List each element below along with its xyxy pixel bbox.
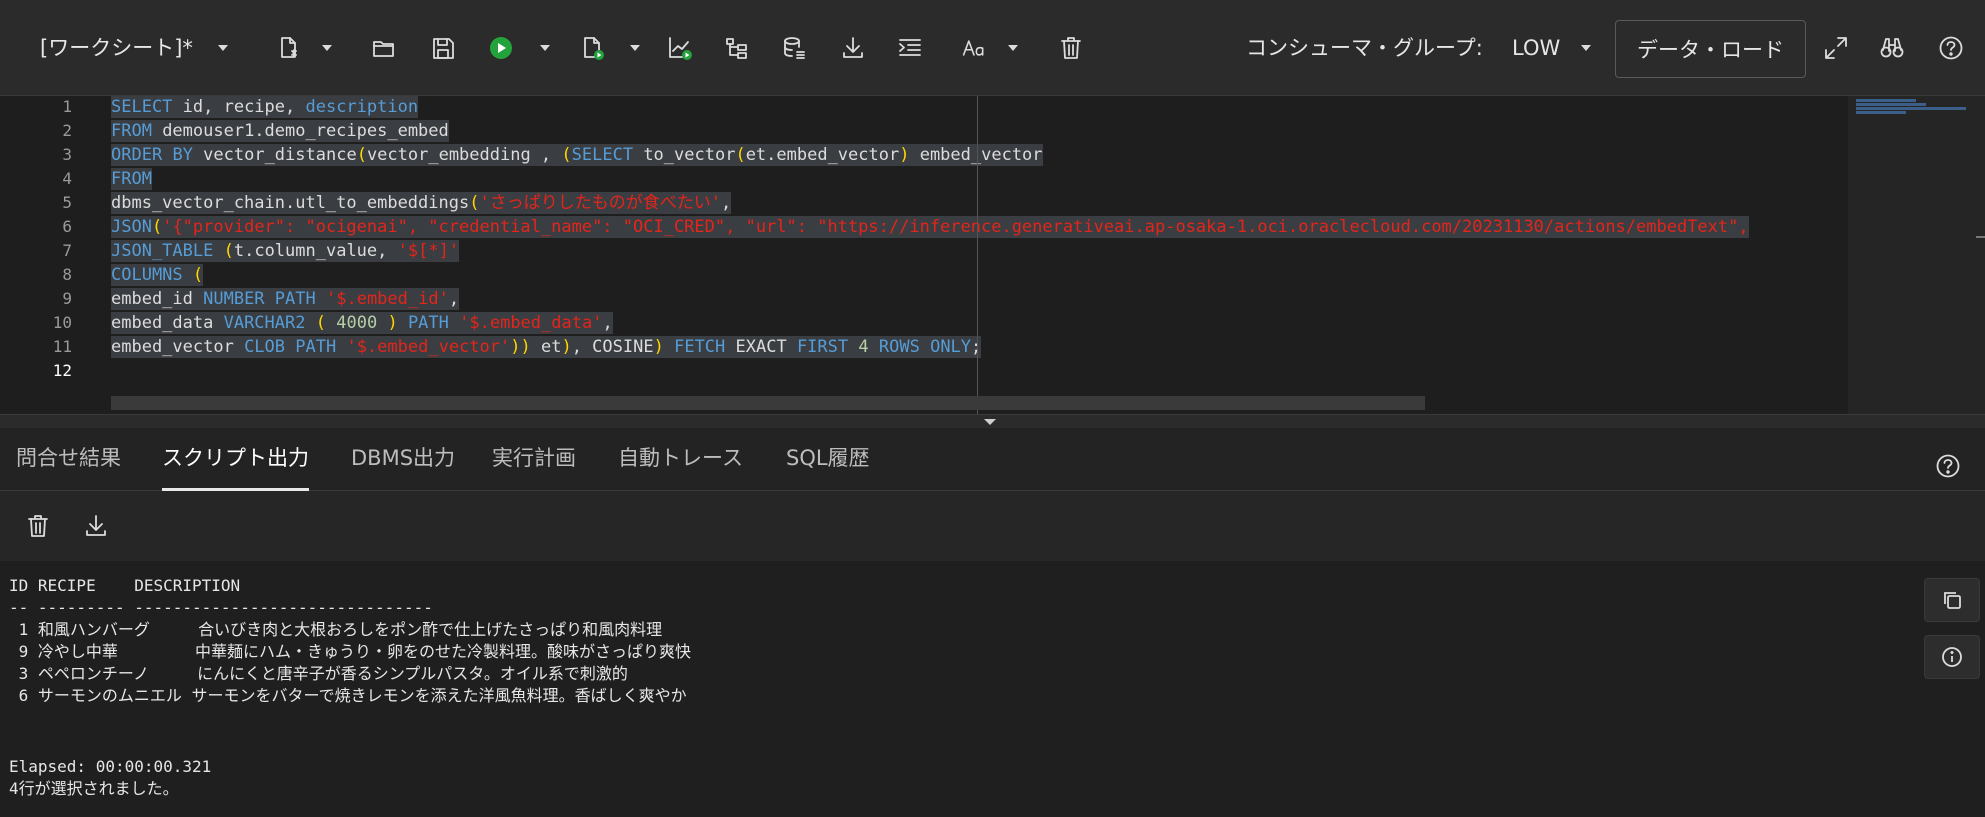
explain-plan-icon[interactable] [664,28,696,68]
download-icon[interactable] [837,28,869,68]
tab-sql-history[interactable]: SQL履歴 [786,428,870,491]
tab-dbms-output[interactable]: DBMS出力 [351,428,455,491]
clear-output-trash-icon[interactable] [22,506,54,546]
code-line: COLUMNS ( [111,264,204,286]
code-line: embed_data VARCHAR2 ( 4000 ) PATH '$.emb… [111,312,613,334]
help-icon[interactable] [1935,28,1967,68]
output-tabs: 問合せ結果 スクリプト出力 DBMS出力 実行計画 自動トレース SQL履歴 [0,428,1985,491]
font-case-dropdown-icon[interactable] [1002,28,1024,68]
result-row: 3 ペペロンチーノ にんにくと唐辛子が香るシンプルパスタ。オイル系で刺激的 [9,664,628,683]
line-number-current: 12 [52,361,72,380]
autotrace-icon[interactable] [721,28,753,68]
copy-icon [1944,592,1961,609]
info-button[interactable] [1924,635,1980,679]
minimap-marker [1976,236,1985,238]
result-separator: -- --------- ---------------------------… [9,598,433,617]
consumer-group-select[interactable]: LOW [1512,30,1560,66]
line-number: 5 [62,193,72,212]
data-load-button[interactable]: データ・ロード [1615,20,1806,78]
line-number: 10 [52,313,72,332]
print-margin-line [977,96,978,414]
new-worksheet-icon[interactable] [272,28,304,68]
copy-output-button[interactable] [1924,578,1980,622]
line-number: 7 [62,241,72,260]
collapse-arrow-icon[interactable] [984,419,996,425]
output-action-bar [0,491,1985,561]
info-icon [1942,647,1962,667]
code-line: embed_vector CLOB PATH '$.embed_vector')… [111,336,982,358]
code-line: embed_id NUMBER PATH '$.embed_id', [111,288,460,310]
database-actions-icon[interactable] [778,28,810,68]
run-statement-icon[interactable] [485,28,517,68]
worksheet-dropdown-icon[interactable] [212,28,234,68]
format-indent-icon[interactable] [894,28,926,68]
line-number: 4 [62,169,72,188]
consumer-group-label: コンシューマ・グループ: [1246,36,1483,60]
tab-query-result[interactable]: 問合せ結果 [16,428,121,491]
code-line: FROM demouser1.demo_recipes_embed [111,120,449,142]
expand-icon[interactable] [1820,28,1852,68]
worksheet-toolbar: [ワークシート]* コンシューマ・グループ: LOW データ・ロード [0,0,1985,96]
rows-selected-message: 4行が選択されました。 [9,779,179,798]
download-output-icon[interactable] [80,506,112,546]
line-number-gutter: 1 2 3 4 5 6 7 8 9 10 11 12 [0,96,100,414]
pane-splitter[interactable] [0,414,1985,428]
output-help-icon[interactable] [1932,446,1964,486]
line-number: 6 [62,217,72,236]
worksheet-selector[interactable]: [ワークシート]* [40,30,193,66]
find-binoculars-icon[interactable] [1876,28,1908,68]
run-script-icon[interactable] [576,28,608,68]
code-line: FROM [111,168,152,190]
result-header: ID RECIPE DESCRIPTION [9,576,241,595]
new-worksheet-dropdown-icon[interactable] [316,28,338,68]
line-number: 8 [62,265,72,284]
tab-script-output[interactable]: スクリプト出力 [162,428,309,491]
line-number: 9 [62,289,72,308]
code-line: JSON_TABLE (t.column_value, '$[*]' [111,240,460,262]
code-line: SELECT id, recipe, description [111,96,419,118]
code-line: JSON('{"provider": "ocigenai", "credenti… [111,216,1749,238]
font-case-icon[interactable] [955,28,993,68]
minimap-line [1856,111,1906,114]
run-dropdown-icon[interactable] [534,28,556,68]
line-number: 11 [52,337,72,356]
sql-editor[interactable]: 1 2 3 4 5 6 7 8 9 10 11 12 SELECT id, re… [0,96,1985,414]
script-output-panel: ID RECIPE DESCRIPTION -- --------- -----… [0,561,1985,817]
minimap[interactable] [1848,96,1985,414]
result-row: 9 冷やし中華 中華麺にハム・きゅうり・卵をのせた冷製料理。酸味がさっぱり爽快 [9,642,691,661]
line-number: 2 [62,121,72,140]
horizontal-scrollbar[interactable] [111,396,1425,410]
minimap-line [1856,99,1916,102]
code-area[interactable]: SELECT id, recipe, description FROM demo… [111,96,1848,396]
consumer-group-dropdown-icon[interactable] [1575,28,1597,68]
result-row: 6 サーモンのムニエル サーモンをバターで焼きレモンを添えた洋風魚料理。香ばしく… [9,686,687,705]
line-number: 1 [62,97,72,116]
minimap-line [1856,107,1966,110]
tab-autotrace[interactable]: 自動トレース [618,428,743,491]
minimap-line [1856,103,1926,106]
clear-trash-icon[interactable] [1055,28,1087,68]
code-line: dbms_vector_chain.utl_to_embeddings('さっぱ… [111,192,732,214]
run-script-dropdown-icon[interactable] [624,28,646,68]
tab-explain-plan[interactable]: 実行計画 [492,428,576,491]
result-row: 1 和風ハンバーグ 合いびき肉と大根おろしをポン酢で仕上げたさっぱり和風肉料理 [9,620,663,639]
code-line: ORDER BY vector_distance(vector_embeddin… [111,144,1043,166]
line-number: 3 [62,145,72,164]
elapsed-time: Elapsed: 00:00:00.321 [9,757,212,776]
open-folder-icon[interactable] [368,28,400,68]
save-icon[interactable] [427,28,459,68]
